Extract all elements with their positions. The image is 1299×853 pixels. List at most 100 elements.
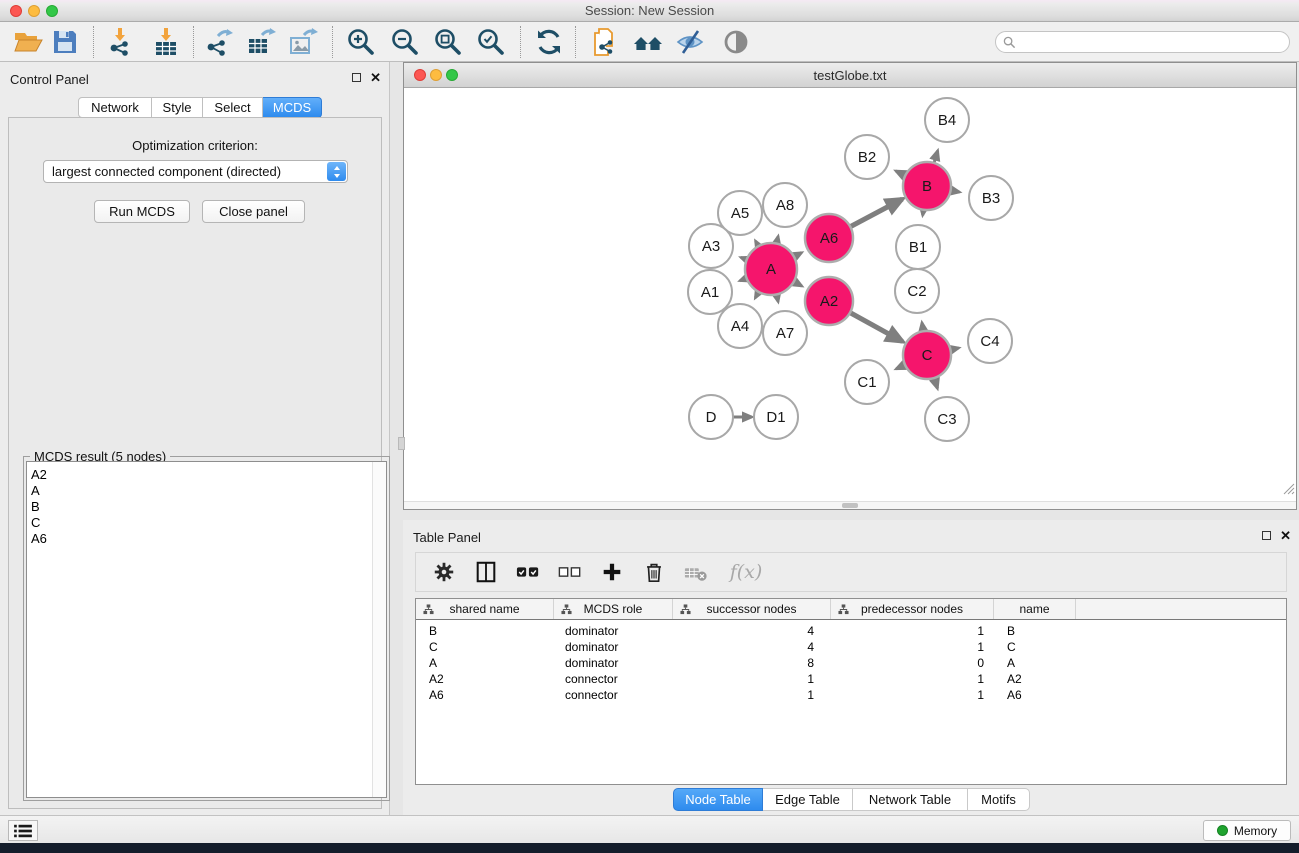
table-cell[interactable]: connector	[554, 688, 673, 702]
table-cell[interactable]: dominator	[554, 640, 673, 654]
result-list-item[interactable]: A6	[27, 531, 386, 547]
maximize-window-button[interactable]	[46, 5, 58, 17]
tab-node-table[interactable]: Node Table	[673, 788, 763, 811]
result-list-item[interactable]: B	[27, 499, 386, 515]
table-cell[interactable]: B	[994, 624, 1076, 638]
table-row[interactable]: A2connector11A2	[416, 671, 1286, 687]
memory-button[interactable]: Memory	[1203, 820, 1291, 841]
main-toolbar	[0, 22, 1299, 62]
criterion-dropdown[interactable]: largest connected component (directed)	[43, 160, 348, 183]
column-header-successor-nodes[interactable]: successor nodes	[673, 599, 831, 619]
minimize-window-button[interactable]	[28, 5, 40, 17]
tab-motifs[interactable]: Motifs	[968, 788, 1030, 811]
network-minimize-button[interactable]	[430, 69, 442, 81]
add-column-icon[interactable]	[598, 558, 626, 586]
tab-edge-table[interactable]: Edge Table	[763, 788, 853, 811]
table-cell[interactable]: C	[994, 640, 1076, 654]
table-cell[interactable]: connector	[554, 672, 673, 686]
delete-table-icon[interactable]	[682, 558, 710, 586]
table-cell[interactable]: dominator	[554, 656, 673, 670]
zoom-selected-icon[interactable]	[476, 27, 506, 57]
table-cell[interactable]: C	[416, 640, 554, 654]
tab-network-table[interactable]: Network Table	[853, 788, 968, 811]
table-cell[interactable]: 1	[831, 640, 994, 654]
hide-selected-icon[interactable]	[675, 27, 705, 57]
table-cell[interactable]: 4	[673, 624, 831, 638]
result-list-item[interactable]: A	[27, 483, 386, 499]
home-views-icon[interactable]	[633, 27, 663, 57]
result-list-item[interactable]: A2	[27, 467, 386, 483]
splitpane-handle[interactable]	[398, 437, 405, 450]
table-cell[interactable]: 8	[673, 656, 831, 670]
close-window-button[interactable]	[10, 5, 22, 17]
save-session-icon[interactable]	[50, 27, 80, 57]
float-panel-icon[interactable]	[352, 73, 361, 82]
table-row[interactable]: Adominator80A	[416, 655, 1286, 671]
search-field[interactable]	[995, 31, 1290, 53]
table-row[interactable]: Cdominator41C	[416, 639, 1286, 655]
mcds-result-list[interactable]: A2ABCA6	[26, 461, 387, 798]
table-cell[interactable]: dominator	[554, 624, 673, 638]
float-panel-icon[interactable]	[1262, 531, 1271, 540]
tab-network[interactable]: Network	[78, 97, 152, 118]
network-horizontal-scrollbar[interactable]	[404, 501, 1296, 509]
table-cell[interactable]: 1	[831, 624, 994, 638]
close-panel-icon[interactable]: ✕	[370, 73, 381, 82]
result-list-item[interactable]: C	[27, 515, 386, 531]
table-cell[interactable]: B	[416, 624, 554, 638]
network-window-title: testGlobe.txt	[814, 68, 887, 83]
tab-select[interactable]: Select	[203, 97, 263, 118]
function-builder-icon[interactable]: f(x)	[724, 558, 768, 586]
column-selector-icon[interactable]	[472, 558, 500, 586]
network-close-button[interactable]	[414, 69, 426, 81]
close-panel-icon[interactable]: ✕	[1280, 531, 1291, 540]
zoom-out-icon[interactable]	[390, 27, 420, 57]
table-cell[interactable]: A6	[994, 688, 1076, 702]
table-cell[interactable]: A	[994, 656, 1076, 670]
import-network-icon[interactable]	[105, 27, 135, 57]
network-canvas[interactable]: AA6A2BCA5A8A3A1A4A7B2B4B3B1C2C4C1C3DD1	[404, 88, 1296, 501]
table-panel: Table Panel ✕ f(x)	[403, 520, 1299, 815]
table-cell[interactable]: 1	[673, 688, 831, 702]
table-cell[interactable]: 1	[831, 672, 994, 686]
refresh-view-icon[interactable]	[534, 27, 564, 57]
zoom-in-icon[interactable]	[346, 27, 376, 57]
table-cell[interactable]: A	[416, 656, 554, 670]
tab-mcds[interactable]: MCDS	[263, 97, 322, 118]
result-scrollbar[interactable]	[372, 462, 386, 797]
tab-style[interactable]: Style	[152, 97, 203, 118]
table-cell[interactable]: 0	[831, 656, 994, 670]
network-maximize-button[interactable]	[446, 69, 458, 81]
network-window-titlebar[interactable]: testGlobe.txt	[404, 63, 1296, 88]
clone-network-icon[interactable]	[590, 27, 620, 57]
column-header-shared-name[interactable]: shared name	[416, 599, 554, 619]
column-header-mcds-role[interactable]: MCDS role	[554, 599, 673, 619]
column-header-predecessor-nodes[interactable]: predecessor nodes	[831, 599, 994, 619]
export-network-icon[interactable]	[204, 27, 234, 57]
table-row[interactable]: Bdominator41B	[416, 623, 1286, 639]
deselect-all-icon[interactable]	[556, 558, 584, 586]
zoom-fit-icon[interactable]	[433, 27, 463, 57]
export-table-icon[interactable]	[246, 27, 276, 57]
column-header-name[interactable]: name	[994, 599, 1076, 619]
delete-column-icon[interactable]	[640, 558, 668, 586]
task-history-button[interactable]	[8, 820, 38, 841]
select-all-icon[interactable]	[514, 558, 542, 586]
show-hidden-icon[interactable]	[721, 27, 751, 57]
export-image-icon[interactable]	[288, 27, 318, 57]
table-cell[interactable]: 1	[673, 672, 831, 686]
table-row[interactable]: A6connector11A6	[416, 687, 1286, 703]
table-cell[interactable]: 1	[831, 688, 994, 702]
settings-gear-icon[interactable]	[430, 558, 458, 586]
table-cell[interactable]: A2	[994, 672, 1076, 686]
table-cell[interactable]: A2	[416, 672, 554, 686]
import-table-icon[interactable]	[151, 27, 181, 57]
table-cell[interactable]: 4	[673, 640, 831, 654]
open-session-icon[interactable]	[13, 27, 43, 57]
table-cell[interactable]: A6	[416, 688, 554, 702]
search-input[interactable]	[1020, 35, 1280, 49]
window-resize-grip[interactable]	[1281, 481, 1295, 500]
scrollbar-thumb[interactable]	[842, 503, 858, 508]
close-panel-button[interactable]: Close panel	[202, 200, 305, 223]
run-mcds-button[interactable]: Run MCDS	[94, 200, 190, 223]
